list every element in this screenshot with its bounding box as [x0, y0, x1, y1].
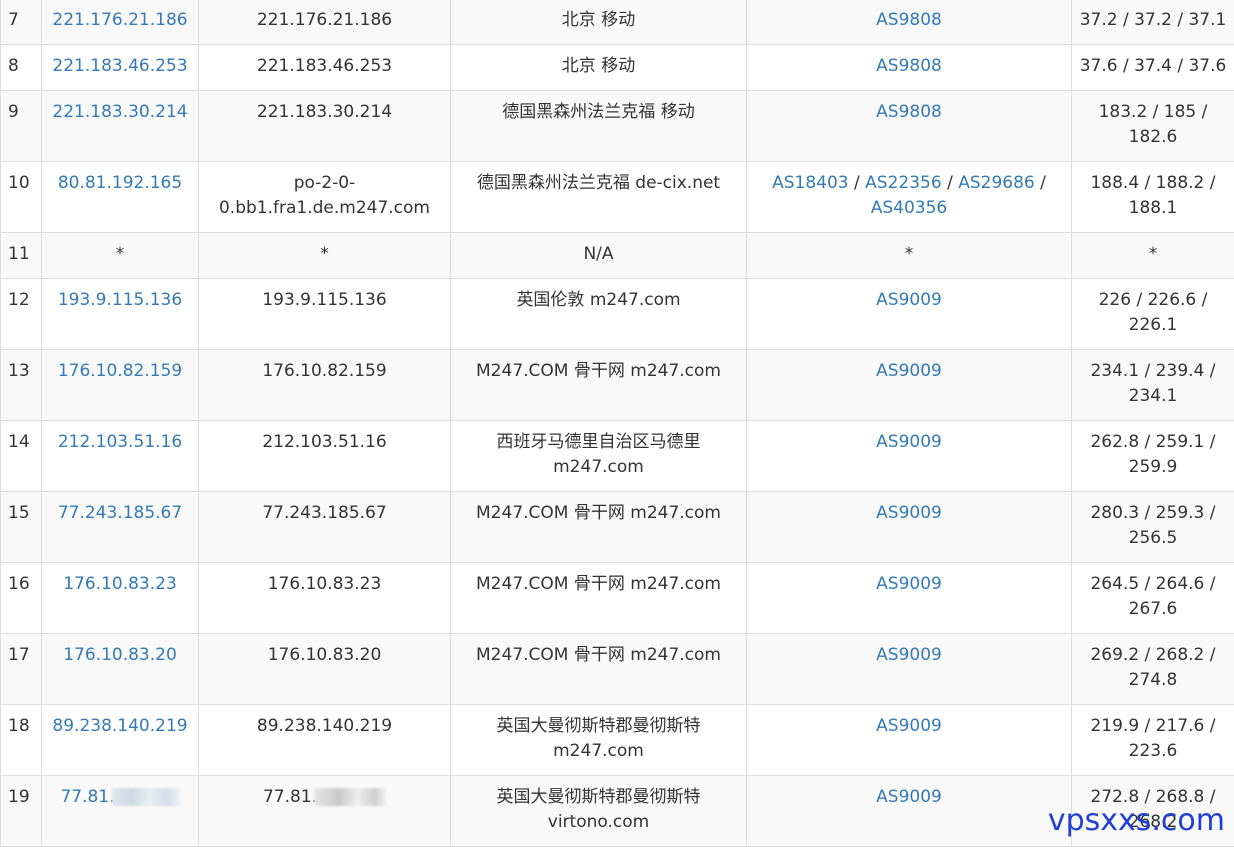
- location: 北京 移动: [451, 45, 747, 91]
- location: N/A: [451, 233, 747, 279]
- ip-link[interactable]: 80.81.192.165: [58, 173, 182, 193]
- hop-number: 17: [1, 634, 42, 705]
- asn-link[interactable]: AS22356: [865, 173, 942, 193]
- latency: 264.5 / 264.6 / 267.6: [1072, 563, 1234, 634]
- hostname: po-2-0-0.bb1.fra1.de.m247.com: [199, 162, 451, 233]
- table-row: 15 77.243.185.67 77.243.185.67 M247.COM …: [1, 492, 1234, 563]
- location: 英国大曼彻斯特郡曼彻斯特 m247.com: [451, 705, 747, 776]
- table-row: 12 193.9.115.136 193.9.115.136 英国伦敦 m247…: [1, 279, 1234, 350]
- location: M247.COM 骨干网 m247.com: [451, 350, 747, 421]
- location: M247.COM 骨干网 m247.com: [451, 563, 747, 634]
- asn-link[interactable]: AS9009: [876, 787, 942, 807]
- hop-number: 19: [1, 776, 42, 847]
- location: M247.COM 骨干网 m247.com: [451, 634, 747, 705]
- asn-link[interactable]: AS9808: [876, 10, 942, 30]
- location: 西班牙马德里自治区马德里 m247.com: [451, 421, 747, 492]
- hostname: 221.183.30.214: [199, 91, 451, 162]
- asn-link[interactable]: AS9808: [876, 102, 942, 122]
- latency: 183.2 / 185 / 182.6: [1072, 91, 1234, 162]
- asn-link[interactable]: AS9009: [876, 503, 942, 523]
- asn-link[interactable]: AS40356: [871, 198, 948, 218]
- asn-unknown: *: [747, 233, 1072, 279]
- hostname: *: [199, 233, 451, 279]
- table-row: 9 221.183.30.214 221.183.30.214 德国黑森州法兰克…: [1, 91, 1234, 162]
- hostname: 89.238.140.219: [199, 705, 451, 776]
- ip-link[interactable]: 193.9.115.136: [58, 290, 182, 310]
- table-row: 7 221.176.21.186 221.176.21.186 北京 移动 AS…: [1, 0, 1234, 45]
- asn-link[interactable]: AS29686: [958, 173, 1035, 193]
- ip-link[interactable]: 221.183.30.214: [52, 102, 187, 122]
- latency: 37.6 / 37.4 / 37.6: [1072, 45, 1234, 91]
- latency: 37.2 / 37.2 / 37.1: [1072, 0, 1234, 45]
- table-row: 13 176.10.82.159 176.10.82.159 M247.COM …: [1, 350, 1234, 421]
- hop-number: 9: [1, 91, 42, 162]
- latency: 226 / 226.6 / 226.1: [1072, 279, 1234, 350]
- hop-number: 16: [1, 563, 42, 634]
- asn-link[interactable]: AS9009: [876, 645, 942, 665]
- location: 德国黑森州法兰克福 de-cix.net: [451, 162, 747, 233]
- latency: 234.1 / 239.4 / 234.1: [1072, 350, 1234, 421]
- latency: 280.3 / 259.3 / 256.5: [1072, 492, 1234, 563]
- hostname: 77.81.: [263, 787, 317, 807]
- asn-link[interactable]: AS9009: [876, 574, 942, 594]
- hostname: 212.103.51.16: [199, 421, 451, 492]
- hostname: 193.9.115.136: [199, 279, 451, 350]
- latency: 188.4 / 188.2 / 188.1: [1072, 162, 1234, 233]
- hop-number: 12: [1, 279, 42, 350]
- latency: 219.9 / 217.6 / 223.6: [1072, 705, 1234, 776]
- hop-number: 11: [1, 233, 42, 279]
- ip-link[interactable]: 212.103.51.16: [58, 432, 182, 452]
- ip-link[interactable]: 176.10.83.20: [63, 645, 177, 665]
- hop-number: 7: [1, 0, 42, 45]
- hop-number: 8: [1, 45, 42, 91]
- hop-number: 10: [1, 162, 42, 233]
- ip-link[interactable]: 77.81.: [60, 787, 179, 807]
- asn-link[interactable]: AS9009: [876, 716, 942, 736]
- table-row: 16 176.10.83.23 176.10.83.23 M247.COM 骨干…: [1, 563, 1234, 634]
- hostname: 176.10.83.20: [199, 634, 451, 705]
- watermark-logo: vpsxxs.com: [1048, 803, 1225, 838]
- hop-number: 15: [1, 492, 42, 563]
- latency: *: [1072, 233, 1234, 279]
- asn-list: AS18403 / AS22356 / AS29686 / AS40356: [747, 162, 1072, 233]
- hop-number: 18: [1, 705, 42, 776]
- asn-link[interactable]: AS9009: [876, 361, 942, 381]
- ip-link[interactable]: 77.243.185.67: [58, 503, 182, 523]
- hostname: 176.10.82.159: [199, 350, 451, 421]
- ip-link[interactable]: 89.238.140.219: [52, 716, 187, 736]
- table-row: 10 80.81.192.165 po-2-0-0.bb1.fra1.de.m2…: [1, 162, 1234, 233]
- latency: 262.8 / 259.1 / 259.9: [1072, 421, 1234, 492]
- location: 德国黑森州法兰克福 移动: [451, 91, 747, 162]
- ip-prefix: 77.81.: [60, 787, 114, 807]
- asn-link[interactable]: AS9808: [876, 56, 942, 76]
- ip-link[interactable]: 221.183.46.253: [52, 56, 187, 76]
- table-row: 11 * * N/A * *: [1, 233, 1234, 279]
- location: 英国伦敦 m247.com: [451, 279, 747, 350]
- hostname: 176.10.83.23: [199, 563, 451, 634]
- ip-link[interactable]: 221.176.21.186: [52, 10, 187, 30]
- traceroute-table: 7 221.176.21.186 221.176.21.186 北京 移动 AS…: [0, 0, 1234, 847]
- hostname-cell: 77.81.: [199, 776, 451, 847]
- ip-link[interactable]: 176.10.83.23: [63, 574, 177, 594]
- hostname: 221.183.46.253: [199, 45, 451, 91]
- asn-link[interactable]: AS18403: [772, 173, 849, 193]
- location: M247.COM 骨干网 m247.com: [451, 492, 747, 563]
- latency: 269.2 / 268.2 / 274.8: [1072, 634, 1234, 705]
- location: 北京 移动: [451, 0, 747, 45]
- asn-link[interactable]: AS9009: [876, 290, 942, 310]
- asn-link[interactable]: AS9009: [876, 432, 942, 452]
- table-row: 14 212.103.51.16 212.103.51.16 西班牙马德里自治区…: [1, 421, 1234, 492]
- redacted-blur: [314, 788, 386, 806]
- table-row: 17 176.10.83.20 176.10.83.20 M247.COM 骨干…: [1, 634, 1234, 705]
- ip-link[interactable]: 176.10.82.159: [58, 361, 182, 381]
- ip-unknown: *: [42, 233, 199, 279]
- table-row: 18 89.238.140.219 89.238.140.219 英国大曼彻斯特…: [1, 705, 1234, 776]
- hostname: 77.243.185.67: [199, 492, 451, 563]
- hop-number: 14: [1, 421, 42, 492]
- hostname: 221.176.21.186: [199, 0, 451, 45]
- table-row: 8 221.183.46.253 221.183.46.253 北京 移动 AS…: [1, 45, 1234, 91]
- hop-number: 13: [1, 350, 42, 421]
- redacted-blur: [112, 788, 180, 806]
- location: 英国大曼彻斯特郡曼彻斯特 virtono.com: [451, 776, 747, 847]
